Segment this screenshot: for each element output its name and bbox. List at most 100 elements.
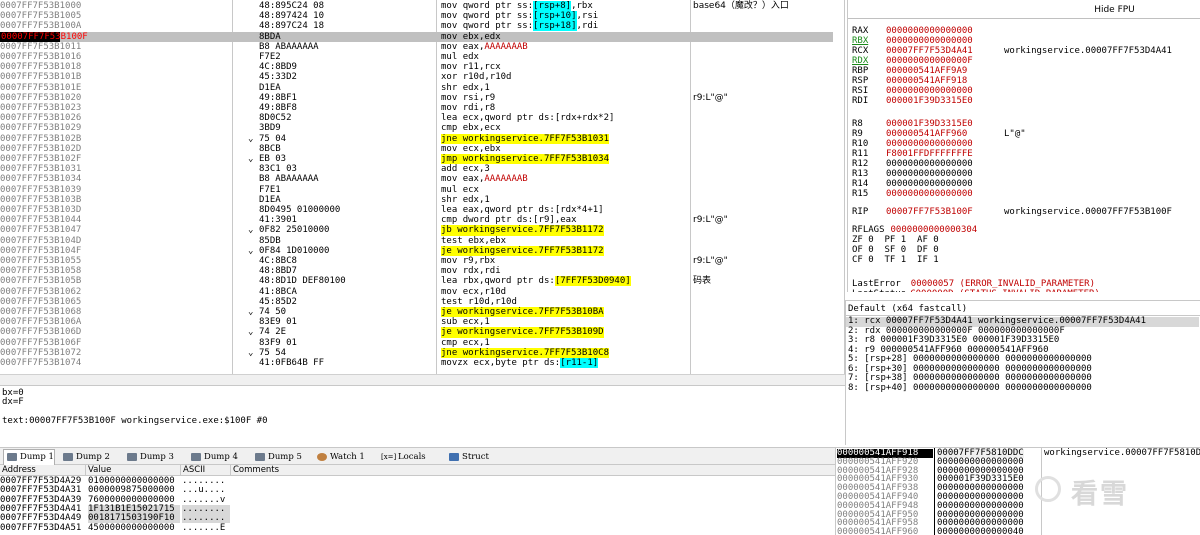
disasm-row[interactable]: 0007FF7F53B1029 3BD9 cmp ebx,ecx [0,123,833,133]
tab-locals[interactable]: [x=] Locals [378,450,426,464]
call-arguments-panel[interactable]: Default (x64 fastcall) 1: rcx 00007FF7F5… [845,300,1200,445]
horizontal-scrollbar[interactable] [0,374,845,385]
register-row-r15[interactable]: R15 0000000000000000 [852,189,1004,199]
register-value[interactable]: 000000541AFF9A9 [886,66,1004,76]
register-row-rcx[interactable]: RCX 00007FF7F53D4A41 workingservice.00007F… [852,46,1172,56]
rflags-row[interactable]: RFLAGS 0000000000000304 [852,225,1009,235]
register-row-r10[interactable]: R10 0000000000000000 [852,139,1004,149]
disasm-row[interactable]: 0007FF7F53B1005 48:897424 10 mov qword ptr… [0,11,833,22]
dump-row[interactable]: 0007FF7F53D4A51 4500000000000000 .......E [0,523,835,533]
calling-convention-label[interactable]: Default (x64 fastcall) [848,304,967,314]
comments-column-header[interactable]: Comments [231,465,835,476]
register-value[interactable]: 00007FF7F53D4A41 [886,46,1004,56]
disasm-row[interactable]: 0007FF7F53B1039 F7E1 mul ecx [0,185,833,195]
disasm-row[interactable]: 0007FF7F53B103D 8D0495 01000000 lea eax,qw… [0,205,833,215]
tab-dump-3[interactable]: Dump 3 [124,450,174,464]
disasm-row[interactable]: 0007FF7F53B101B 45:33D2 xor r10d,r10d [0,72,833,82]
disasm-row[interactable]: 0007FF7F53B1000 48:895C24 08 mov qword ptr… [0,1,833,11]
tab-dump-4[interactable]: Dump 4 [188,450,238,464]
register-row-rsp[interactable]: RSP 000000541AFF918 [852,76,1004,86]
disasm-row[interactable]: 0007FF7F53B106D ⌄ 74 2E je workingservice.7… [0,327,833,338]
register-row-rdi[interactable]: RDI 000001F39D3315E0 [852,96,1004,106]
disasm-row[interactable]: 0007FF7F53B1031 83C1 03 add ecx,3 [0,164,833,174]
disasm-row[interactable]: 0007FF7F53B1026 8D0C52 lea ecx,qword ptr d… [0,113,833,123]
registers-panel[interactable]: Hide FPU RAX 0000000000000000 RBX 000000000… [847,0,1200,292]
disasm-row[interactable]: 0007FF7F53B1023 49:8BF8 mov rdi,r8 [0,103,833,113]
disasm-row[interactable]: 0007FF7F53B1055 4C:8BC8 mov r9,rbx r9:L"@" [0,256,833,266]
memory-dump-table[interactable]: Address Value ASCII Comments 0007FF7F53D… [0,465,835,535]
register-value[interactable]: 0000000000000000 [886,169,1004,179]
register-value[interactable]: 0000000000000000 [886,86,1004,96]
instruction-bytes: 41:3901 [259,215,297,226]
disasm-row[interactable]: 0007FF7F53B102B ⌄ 75 04 jne workingservice.… [0,133,833,144]
disasm-row[interactable]: 0007FF7F53B1065 45:85D2 test r10d,r10d [0,297,833,307]
register-row-rbx[interactable]: RBX 0000000000000000 [852,36,1004,46]
disasm-row[interactable]: 0007FF7F53B1062 41:8BCA mov ecx,r10d [0,287,833,297]
register-value[interactable]: 0000000000000000 [886,179,1004,189]
disasm-row[interactable]: 0007FF7F53B1047 ⌄ 0F82 25010000 jb workings… [0,225,833,236]
register-value[interactable]: 000000000000000F [886,56,1004,66]
register-value[interactable]: 000000541AFF918 [886,76,1004,86]
tab-dump-2[interactable]: Dump 2 [60,450,110,464]
register-value[interactable]: 00007FF7F53B100F [886,207,1004,217]
register-row-r12[interactable]: R12 0000000000000000 [852,159,1004,169]
register-value[interactable]: 0000000000000000 [886,26,1004,36]
register-value[interactable]: 000000541AFF960 [886,129,1004,139]
tab-dump-5[interactable]: Dump 5 [252,450,302,464]
disasm-row[interactable]: 0007FF7F53B104D 85DB test ebx,ebx [0,236,833,246]
register-value[interactable]: F8001FFDFFFFFFFE [886,149,1004,159]
register-value[interactable]: 0000000000000000 [886,36,1004,46]
disasm-row[interactable]: 0007FF7F53B104F ⌄ 0F84 1D010000 je workings… [0,245,833,256]
register-row-r13[interactable]: R13 0000000000000000 [852,169,1004,179]
disasm-row[interactable]: 0007FF7F53B102D 8BCB mov ecx,ebx [0,144,833,154]
disasm-row[interactable]: 0007FF7F53B106F 83F9 01 cmp ecx,1 [0,338,833,348]
disasm-row[interactable]: 0007FF7F53B1016 F7E2 mul edx [0,52,833,62]
flags-row[interactable]: ZF 0 PF 1 AF 0 [852,235,939,245]
disasm-row[interactable]: 0007FF7F53B1011 B8 ABAAAAAA mov eax,AAAAAA… [0,42,833,52]
disasm-row[interactable]: 0007FF7F53B100A 48:897C24 18 mov qword ptr… [0,21,833,32]
flags-row[interactable]: CF 0 TF 1 IF 1 [852,255,939,265]
disasm-row[interactable]: 0007FF7F53B1020 49:8BF1 mov rsi,r9 r9:L"@" [0,93,833,103]
hide-fpu-button[interactable]: Hide FPU [848,5,1200,18]
register-row-r8[interactable]: R8 000001F39D3315E0 [852,119,1004,129]
address-column-header[interactable]: Address [0,465,86,476]
disasm-row[interactable]: 0007FF7F53B1058 48:8BD7 mov rdx,rdi [0,266,833,276]
disasm-row[interactable]: 0007FF7F53B1034 B8 ABAAAAAA mov eax,AAAAAA… [0,174,833,184]
tab-watch-1[interactable]: Watch 1 [314,450,365,464]
disasm-row[interactable]: 00007FF7F53B100F 8BDA mov ebx,edx [0,31,833,42]
register-row-r11[interactable]: R11 F8001FFDFFFFFFFE [852,149,1004,159]
disasm-row[interactable]: 0007FF7F53B1068 ⌄ 74 50 je workingservice.7… [0,307,833,318]
instruction-address: 0007FF7F53B1062 [0,286,82,297]
instruction-token: jne [441,347,463,358]
rflags-value[interactable]: 0000000000000304 [891,225,1009,235]
tab-struct[interactable]: Struct [446,450,489,464]
disasm-row[interactable]: 0007FF7F53B1044 41:3901 cmp dword ptr ds:[… [0,215,833,225]
register-value[interactable]: 0000000000000000 [886,139,1004,149]
ascii-column-header[interactable]: ASCII [181,465,231,476]
register-row-rip[interactable]: RIP 00007FF7F53B100F workingservice.00007F… [852,207,1172,217]
register-row-rbp[interactable]: RBP 000000541AFF9A9 [852,66,1004,76]
register-value[interactable]: 0000000000000000 [886,189,1004,199]
disassembly-view[interactable]: 0007FF7F53B1000 48:895C24 08 mov qword ptr… [0,0,845,374]
stack-row[interactable]: 000000541AFF960 0000000000000040 [836,528,1200,535]
disasm-row[interactable]: 0007FF7F53B101E D1EA shr edx,1 [0,83,833,93]
value-column-header[interactable]: Value [86,465,181,476]
argument-row[interactable]: 8: [rsp+40] 0000000000000000 00000000000… [848,383,1092,394]
flags-row[interactable]: OF 0 SF 0 DF 0 [852,245,939,255]
disasm-row[interactable]: 0007FF7F53B1018 4C:8BD9 mov r11,rcx [0,62,833,72]
disasm-row[interactable]: 0007FF7F53B105B 48:8D1D DEF80100 lea rbx,q… [0,276,833,287]
register-row-rax[interactable]: RAX 0000000000000000 [852,26,1004,36]
register-value[interactable]: 000001F39D3315E0 [886,96,1004,106]
register-row-rsi[interactable]: RSI 0000000000000000 [852,86,1004,96]
register-row-rdx[interactable]: RDX 000000000000000F [852,56,1004,66]
tab-dump-1[interactable]: Dump 1 [3,449,55,465]
register-value[interactable]: 0000000000000000 [886,159,1004,169]
disasm-row[interactable]: 0007FF7F53B103B D1EA shr edx,1 [0,195,833,205]
register-row-r9[interactable]: R9 000000541AFF960 L"@" [852,129,1026,139]
register-value[interactable]: 000001F39D3315E0 [886,119,1004,129]
disasm-row[interactable]: 0007FF7F53B106A 83E9 01 sub ecx,1 [0,317,833,327]
disasm-row[interactable]: 0007FF7F53B1074 41:0FB64B FF movzx ecx,byt… [0,358,833,368]
disasm-row[interactable]: 0007FF7F53B1072 ⌄ 75 54 jne workingservice.… [0,347,833,358]
disasm-row[interactable]: 0007FF7F53B102F ⌄ EB 03 jmp workingservice.… [0,154,833,165]
register-row-r14[interactable]: R14 0000000000000000 [852,179,1004,189]
